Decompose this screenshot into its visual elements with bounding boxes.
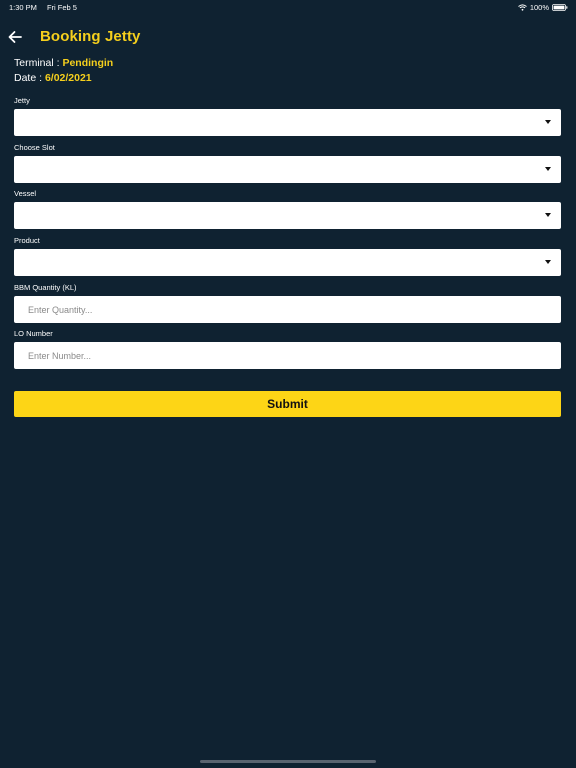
wifi-icon — [517, 4, 527, 11]
status-left: 1:30 PM Fri Feb 5 — [9, 3, 77, 12]
choose-slot-dropdown[interactable] — [14, 156, 561, 183]
lo-number-label: LO Number — [14, 329, 53, 338]
lo-number-input[interactable] — [14, 342, 561, 369]
home-indicator — [200, 760, 376, 763]
caret-down-icon — [545, 120, 551, 124]
vessel-label: Vessel — [14, 189, 37, 198]
jetty-label: Jetty — [14, 96, 30, 105]
jetty-dropdown[interactable] — [14, 109, 561, 136]
submit-button[interactable]: Submit — [14, 391, 561, 417]
product-label: Product — [14, 236, 40, 245]
status-time: 1:30 PM — [9, 3, 37, 12]
battery-icon — [552, 4, 568, 11]
date-row: Date : 6/02/2021 — [14, 71, 113, 86]
caret-down-icon — [545, 213, 551, 217]
caret-down-icon — [545, 167, 551, 171]
battery-percentage: 100% — [529, 3, 549, 12]
page-title: Booking Jetty — [40, 28, 141, 45]
quantity-input[interactable] — [14, 296, 561, 323]
status-right: 100% — [517, 3, 568, 12]
terminal-row: Terminal : Pendingin — [14, 56, 113, 71]
header: Booking Jetty — [0, 26, 576, 50]
choose-slot-label: Choose Slot — [14, 143, 55, 152]
back-button[interactable] — [6, 28, 24, 46]
arrow-left-icon — [8, 31, 22, 43]
date-value: 6/02/2021 — [44, 72, 92, 84]
status-date: Fri Feb 5 — [46, 3, 77, 12]
booking-info: Terminal : Pendingin Date : 6/02/2021 — [14, 56, 113, 86]
quantity-label: BBM Quantity (KL) — [14, 283, 77, 292]
terminal-value: Pendingin — [62, 57, 114, 69]
product-dropdown[interactable] — [14, 249, 561, 276]
terminal-label: Terminal : — [14, 57, 63, 69]
caret-down-icon — [545, 260, 551, 264]
date-label: Date : — [14, 72, 45, 84]
vessel-dropdown[interactable] — [14, 202, 561, 229]
status-bar: 1:30 PM Fri Feb 5 100% — [0, 0, 576, 14]
